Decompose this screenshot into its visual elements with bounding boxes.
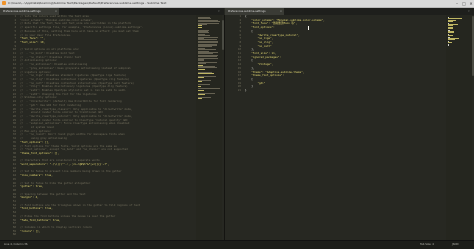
- title-bar: C:\Users\...\AppData\Roaming\Sublime Tex…: [0, 0, 474, 8]
- minimap-line: [198, 81, 202, 82]
- right-minimap[interactable]: [446, 15, 472, 240]
- close-button[interactable]: ✕: [468, 1, 474, 6]
- minimap-line: [198, 86, 201, 87]
- minimap-line: [198, 94, 205, 95]
- minimap-line: [198, 69, 205, 70]
- code-line[interactable]: "fold_buttons": true,: [20, 207, 53, 211]
- left-editor-pane[interactable]: 1234567891011121314151617181920212223242…: [0, 15, 196, 240]
- minimap-line: [198, 73, 214, 74]
- line-number[interactable]: 60: [13, 233, 16, 237]
- sublime-app-icon: [2, 1, 6, 5]
- line-number-gutter[interactable]: 1234567891011121314151617181920212223242…: [0, 15, 18, 240]
- right-editor-pane[interactable]: 123456789101112131415161718192021 { "col…: [225, 15, 446, 240]
- minimap-line: [198, 98, 202, 99]
- window-title: C:\Users\...\AppData\Roaming\Sublime Tex…: [8, 0, 166, 7]
- code-line[interactable]: "margin": 4,: [20, 196, 39, 200]
- code-line[interactable]: "line_numbers": true,: [20, 174, 53, 178]
- left-tab-bar: Preferences.sublime-settings ×: [0, 8, 224, 15]
- code-line[interactable]: "fade_fold_buttons": true,: [20, 219, 61, 223]
- line-number[interactable]: 21: [238, 89, 241, 93]
- editor-window: C:\Users\...\AppData\Roaming\Sublime Tex…: [0, 0, 474, 248]
- tab-label: Preferences.sublime-settings: [228, 10, 266, 13]
- right-tab-bar: Preferences.sublime-settings ×: [225, 8, 474, 15]
- minimap-line: [198, 77, 204, 78]
- left-minimap[interactable]: [196, 15, 222, 240]
- tab-close-icon[interactable]: ×: [280, 8, 282, 15]
- text-cursor: [308, 26, 309, 30]
- tab-list-chevron-icon[interactable]: ▾: [218, 8, 220, 15]
- minimap-line: [198, 27, 202, 28]
- tab-preferences-default[interactable]: Preferences.sublime-settings ×: [0, 8, 59, 15]
- code-line[interactable]: "gutter": true,: [20, 185, 43, 189]
- code-line[interactable]: }: [245, 89, 247, 93]
- code-line[interactable]: "word_separators": "./\\()\"'-:,.;<>~!@#…: [20, 163, 109, 167]
- minimize-button[interactable]: –: [454, 1, 460, 6]
- code-line[interactable]: "font_size": 10,: [20, 41, 45, 45]
- line-number-gutter[interactable]: 123456789101112131415161718192021: [225, 15, 243, 240]
- maximize-button[interactable]: □: [461, 1, 467, 6]
- tab-label: Preferences.sublime-settings: [3, 10, 41, 13]
- tab-preferences-user[interactable]: Preferences.sublime-settings ×: [225, 8, 284, 15]
- code-line[interactable]: "theme_font_options": [],: [20, 152, 59, 156]
- tab-list-chevron-icon[interactable]: ▾: [468, 8, 470, 15]
- tab-close-icon[interactable]: ×: [55, 8, 57, 15]
- code-line[interactable]: "rulers": [],: [20, 230, 40, 234]
- minimap-line: [198, 90, 204, 91]
